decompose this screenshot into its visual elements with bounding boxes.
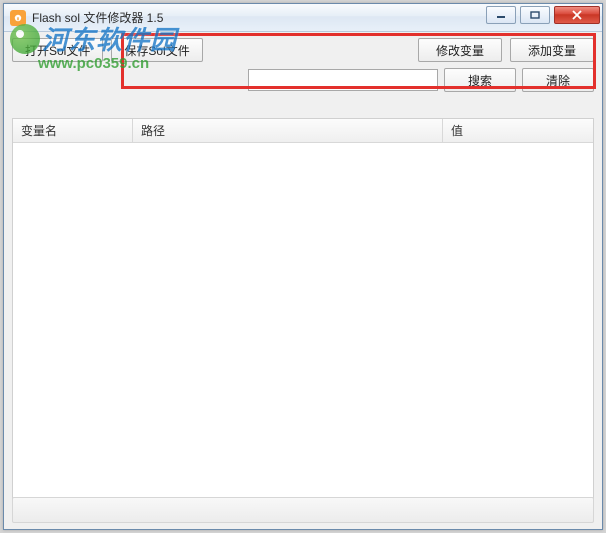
titlebar: Flash sol 文件修改器 1.5 [4, 4, 602, 32]
save-sol-button[interactable]: 保存Sol文件 [111, 38, 202, 62]
app-window: Flash sol 文件修改器 1.5 打开Sol文件 保存Sol文件 修改变量… [3, 3, 603, 530]
column-header-path[interactable]: 路径 [133, 119, 443, 142]
clear-button[interactable]: 清除 [522, 68, 594, 92]
toolbar-row-2: 搜索 清除 [12, 68, 594, 92]
toolbar-row-1: 打开Sol文件 保存Sol文件 修改变量 添加变量 [12, 38, 594, 62]
window-title: Flash sol 文件修改器 1.5 [32, 9, 163, 26]
maximize-button[interactable] [520, 6, 550, 24]
toolbar: 打开Sol文件 保存Sol文件 修改变量 添加变量 搜索 清除 [4, 32, 602, 96]
open-sol-button[interactable]: 打开Sol文件 [12, 38, 103, 62]
close-button[interactable] [554, 6, 600, 24]
variable-list[interactable]: 变量名 路径 值 [12, 118, 594, 518]
add-variable-button[interactable]: 添加变量 [510, 38, 594, 62]
status-bar [12, 497, 594, 523]
column-header-name[interactable]: 变量名 [13, 119, 133, 142]
modify-variable-button[interactable]: 修改变量 [418, 38, 502, 62]
search-button[interactable]: 搜索 [444, 68, 516, 92]
column-header-value[interactable]: 值 [443, 119, 593, 142]
window-buttons [486, 6, 600, 24]
client-area: 打开Sol文件 保存Sol文件 修改变量 添加变量 搜索 清除 变量名 路径 值 [4, 32, 602, 529]
list-header: 变量名 路径 值 [13, 119, 593, 143]
minimize-button[interactable] [486, 6, 516, 24]
app-icon [10, 10, 26, 26]
search-input[interactable] [248, 69, 438, 91]
